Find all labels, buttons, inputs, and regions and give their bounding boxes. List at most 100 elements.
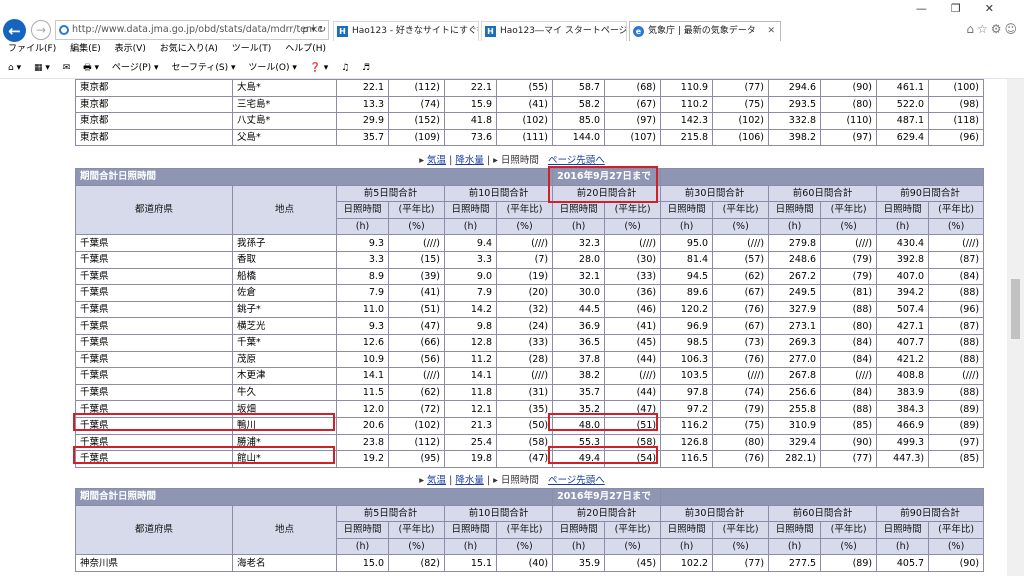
table-row: 千葉県 横芝光 9.3 (47) 9.8 (24) 36.9 (41) 96.9 (67) 273.… — [75, 317, 985, 335]
research-icon[interactable]: ♫ — [341, 63, 349, 73]
address-bar[interactable]: http://www.data.jma.go.jp/obd/stats/data… — [55, 20, 329, 40]
cell-hours: 126.8 — [660, 433, 714, 452]
cell-hours: 249.5 — [768, 284, 822, 302]
cell-ratio: (109) — [388, 128, 445, 147]
address-tools[interactable]: ρ ▾ ↻ — [303, 21, 327, 39]
cell-hours: 11.5 — [336, 383, 389, 402]
link-precipitation[interactable]: 降水量 — [455, 475, 484, 486]
unit-hours: (h) — [444, 217, 497, 236]
tab-jma[interactable]: e 気象庁 | 最新の気象データ ✕ — [629, 21, 781, 41]
sub-hours: 日照時間 — [660, 521, 714, 539]
col-period-30: 前30日間合計 — [660, 504, 770, 523]
link-separator: | — [486, 155, 491, 166]
cell-ratio: (89) — [928, 400, 985, 418]
cell-ratio: (84) — [820, 350, 878, 369]
translate-icon[interactable]: ♬ — [362, 63, 370, 73]
home-icon[interactable]: ⌂ ▾ — [8, 63, 21, 73]
menu-edit[interactable]: 編集(E) — [70, 44, 101, 54]
cell-hours: 21.3 — [444, 416, 497, 435]
menu-help[interactable]: ヘルプ(H) — [285, 44, 326, 54]
cell-hours: 10.9 — [336, 350, 389, 369]
cell-ratio: (40) — [495, 554, 554, 572]
cell-point: 海老名 — [232, 554, 337, 572]
cell-hours: 23.8 — [336, 433, 389, 452]
link-page-top[interactable]: ページ先頭へ — [548, 475, 605, 486]
unit-ratio: (%) — [495, 217, 554, 236]
section-fill — [660, 488, 985, 506]
sub-hours: 日照時間 — [336, 521, 389, 539]
cell-ratio: (112) — [388, 433, 445, 452]
menu-file[interactable]: ファイル(F) — [8, 44, 56, 54]
highlight-tateyama-name — [73, 446, 335, 464]
nav-links: ▸ 気温 | 降水量 | ▸ 日照時間 ページ先頭へ — [419, 155, 605, 166]
vertical-scrollbar[interactable] — [1007, 79, 1024, 576]
sub-ratio: (平年比) — [820, 201, 878, 219]
unit-ratio: (%) — [820, 537, 878, 556]
table-row: 千葉県 香取 3.3 (15) 3.3 (7) 28.0 (30) 81.4 (57) 248.6(… — [75, 250, 985, 269]
cell-hours: 37.8 — [552, 350, 606, 369]
forward-button[interactable]: → — [31, 20, 51, 40]
cell-hours: 3.3 — [444, 250, 497, 269]
cell-ratio: (///) — [604, 234, 662, 252]
link-separator: | — [449, 475, 453, 486]
cell-hours: 94.5 — [660, 267, 714, 286]
cell-ratio: (102) — [712, 112, 769, 130]
tab-label: 気象庁 | 最新の気象データ — [648, 26, 756, 36]
tab-hao123-2[interactable]: H Hao123―マイ スタートページ — [481, 21, 627, 41]
cell-hours: 32.3 — [552, 234, 606, 252]
link-precipitation[interactable]: 降水量 — [455, 155, 484, 166]
cell-hours: 507.4 — [876, 300, 930, 319]
menu-view[interactable]: 表示(V) — [115, 44, 146, 54]
table-row: 千葉県 船橋 8.9 (39) 9.0 (19) 32.1 (33) 94.5 (62) 267.2… — [75, 267, 985, 286]
cell-hours: 58.2 — [552, 95, 605, 114]
cell-hours: 96.9 — [660, 317, 714, 335]
cell-ratio: (33) — [495, 333, 554, 352]
menu-tools[interactable]: ツール(T) — [232, 44, 272, 54]
cell-hours: 522.0 — [876, 95, 929, 114]
cell-hours: 9.3 — [336, 317, 389, 335]
cell-ratio: (96) — [928, 128, 984, 147]
unit-hours: (h) — [876, 537, 930, 556]
cell-prefecture: 東京都 — [75, 95, 233, 114]
cell-hours: 44.5 — [552, 300, 606, 319]
cell-ratio: (97) — [604, 112, 661, 130]
page-menu[interactable]: ページ(P) ▾ — [112, 63, 159, 73]
link-page-top[interactable]: ページ先頭へ — [548, 155, 605, 166]
cell-hours: 267.8 — [768, 367, 822, 385]
cell-ratio: (46) — [604, 300, 662, 319]
close-tab-icon[interactable]: ✕ — [767, 22, 775, 40]
link-temperature[interactable]: 気温 — [427, 475, 446, 486]
cell-ratio: (80) — [820, 317, 878, 335]
ie-logo-icon — [59, 25, 69, 35]
scrollbar-thumb[interactable] — [1011, 279, 1020, 339]
cell-hours: 398.2 — [768, 128, 821, 147]
link-temperature[interactable]: 気温 — [427, 155, 446, 166]
toolbar-icons[interactable]: ⌂☆⚙☺ — [966, 22, 1020, 36]
mail-icon[interactable]: ✉ — [63, 63, 71, 73]
help-icon[interactable]: ❓ ▾ — [310, 63, 329, 73]
back-button[interactable]: ← — [3, 19, 26, 42]
cell-ratio: (76) — [712, 300, 770, 319]
sub-hours: 日照時間 — [552, 201, 606, 219]
cell-point: 香取 — [232, 250, 337, 269]
cell-hours: 13.3 — [336, 95, 389, 114]
feeds-icon[interactable]: ▦ ▾ — [34, 63, 50, 73]
sub-ratio: (平年比) — [820, 521, 878, 539]
tab-hao123-1[interactable]: H Hao123 - 好きなサイトにすぐ行ける — [333, 21, 479, 41]
cell-ratio: (90) — [820, 433, 878, 452]
window-controls[interactable]: —❐✕ — [916, 2, 1018, 15]
cell-hours: 14.1 — [444, 367, 497, 385]
cell-prefecture: 千葉県 — [75, 267, 233, 286]
tools-menu[interactable]: ツール(O) ▾ — [248, 63, 297, 73]
cell-ratio: (62) — [712, 267, 770, 286]
print-icon[interactable]: 🖶 ▾ — [83, 63, 99, 73]
unit-hours: (h) — [552, 217, 606, 236]
cell-hours: 97.2 — [660, 400, 714, 418]
col-period-10: 前10日間合計 — [443, 184, 554, 203]
safety-menu[interactable]: セーフティ(S) ▾ — [171, 63, 235, 73]
link-separator: | — [449, 155, 453, 166]
cell-hours: 293.5 — [768, 95, 821, 114]
unit-hours: (h) — [876, 217, 930, 236]
menu-favorites[interactable]: お気に入り(A) — [160, 44, 218, 54]
table-row: 千葉県 茂原 10.9 (56) 11.2 (28) 37.8 (44) 106.3 (76) 27… — [75, 350, 985, 369]
